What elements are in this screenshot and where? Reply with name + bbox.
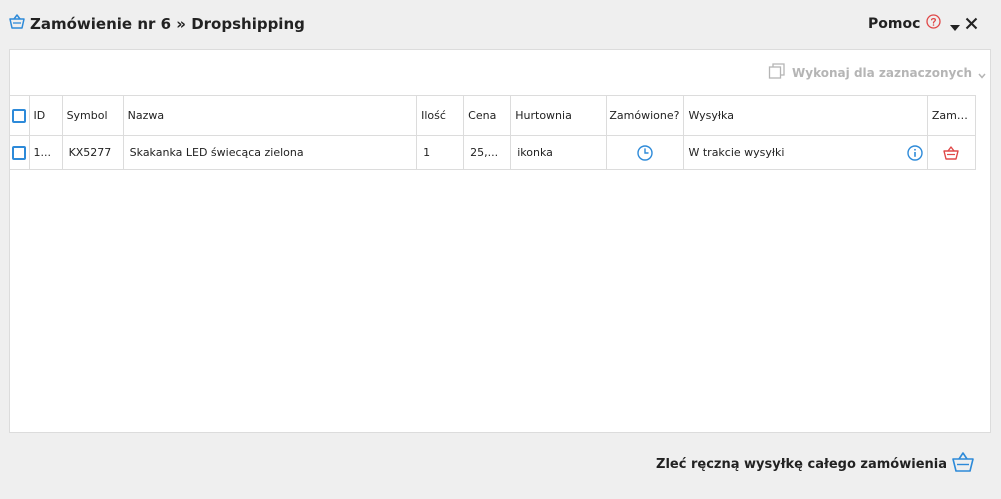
shipping-status: W trakcie wysyłki: [688, 146, 785, 159]
help-button[interactable]: Pomoc: [868, 14, 942, 33]
table-row: 1... KX5277 Skakanka LED świecąca zielon…: [10, 135, 977, 170]
column-header-wysylka[interactable]: Wysyłka: [683, 95, 928, 136]
chevron-down-icon: [978, 64, 986, 83]
column-header-symbol[interactable]: Symbol: [61, 95, 124, 136]
window-header: Zamówienie nr 6 » Dropshipping Pomoc: [0, 0, 1001, 48]
column-header-hurtownia[interactable]: Hurtownia: [510, 95, 608, 136]
cell-nazwa: Skakanka LED świecąca zielona: [122, 135, 418, 170]
select-all-checkbox[interactable]: [12, 108, 26, 123]
cell-symbol: KX5277: [61, 135, 124, 170]
column-header-zamowione[interactable]: Zamówione?: [606, 95, 685, 136]
basket-icon: [8, 13, 26, 35]
table-header-row: ID Symbol Nazwa Ilość Cena Hurtownia Zam…: [10, 95, 977, 136]
row-checkbox[interactable]: [12, 145, 26, 160]
cell-zamowione: [606, 135, 685, 170]
row-select-cell: [10, 135, 30, 170]
cell-ilosc: 1: [416, 135, 465, 170]
dropshipping-table: ID Symbol Nazwa Ilość Cena Hurtownia Zam…: [10, 95, 977, 170]
window-title: Zamówienie nr 6 » Dropshipping: [8, 13, 305, 35]
column-header-zamow[interactable]: Zamów: [926, 95, 977, 136]
column-header-ilosc[interactable]: Ilość: [416, 95, 465, 136]
manual-shipping-label: Zleć ręczną wysyłkę całego zamówienia: [656, 456, 947, 472]
manual-shipping-button[interactable]: Zleć ręczną wysyłkę całego zamówienia: [656, 450, 975, 478]
collapse-caret-icon[interactable]: [949, 17, 961, 36]
cell-hurtownia: ikonka: [510, 135, 608, 170]
close-icon[interactable]: [965, 15, 978, 34]
clock-icon: [637, 144, 654, 161]
help-label: Pomoc: [868, 15, 921, 32]
cell-zamow: [926, 135, 977, 170]
page-title: Zamówienie nr 6 » Dropshipping: [30, 15, 305, 33]
cell-cena: 25,...: [463, 135, 512, 170]
bulk-action-dropdown[interactable]: Wykonaj dla zaznaczonych: [768, 62, 986, 84]
info-icon[interactable]: [907, 144, 923, 161]
question-circle-icon: [926, 14, 942, 33]
column-header-nazwa[interactable]: Nazwa: [122, 95, 418, 136]
column-header-id[interactable]: ID: [28, 95, 63, 136]
cell-id: 1...: [28, 135, 63, 170]
cell-wysylka: W trakcie wysyłki: [683, 135, 928, 170]
basket-icon: [951, 450, 975, 478]
select-all-cell: [10, 95, 30, 136]
column-header-cena[interactable]: Cena: [463, 95, 512, 136]
dropshipping-panel: Wykonaj dla zaznaczonych ID Symbol Nazwa…: [9, 49, 991, 433]
order-basket-button[interactable]: [942, 145, 960, 160]
copy-icon: [768, 62, 786, 84]
bulk-action-label: Wykonaj dla zaznaczonych: [792, 66, 972, 80]
